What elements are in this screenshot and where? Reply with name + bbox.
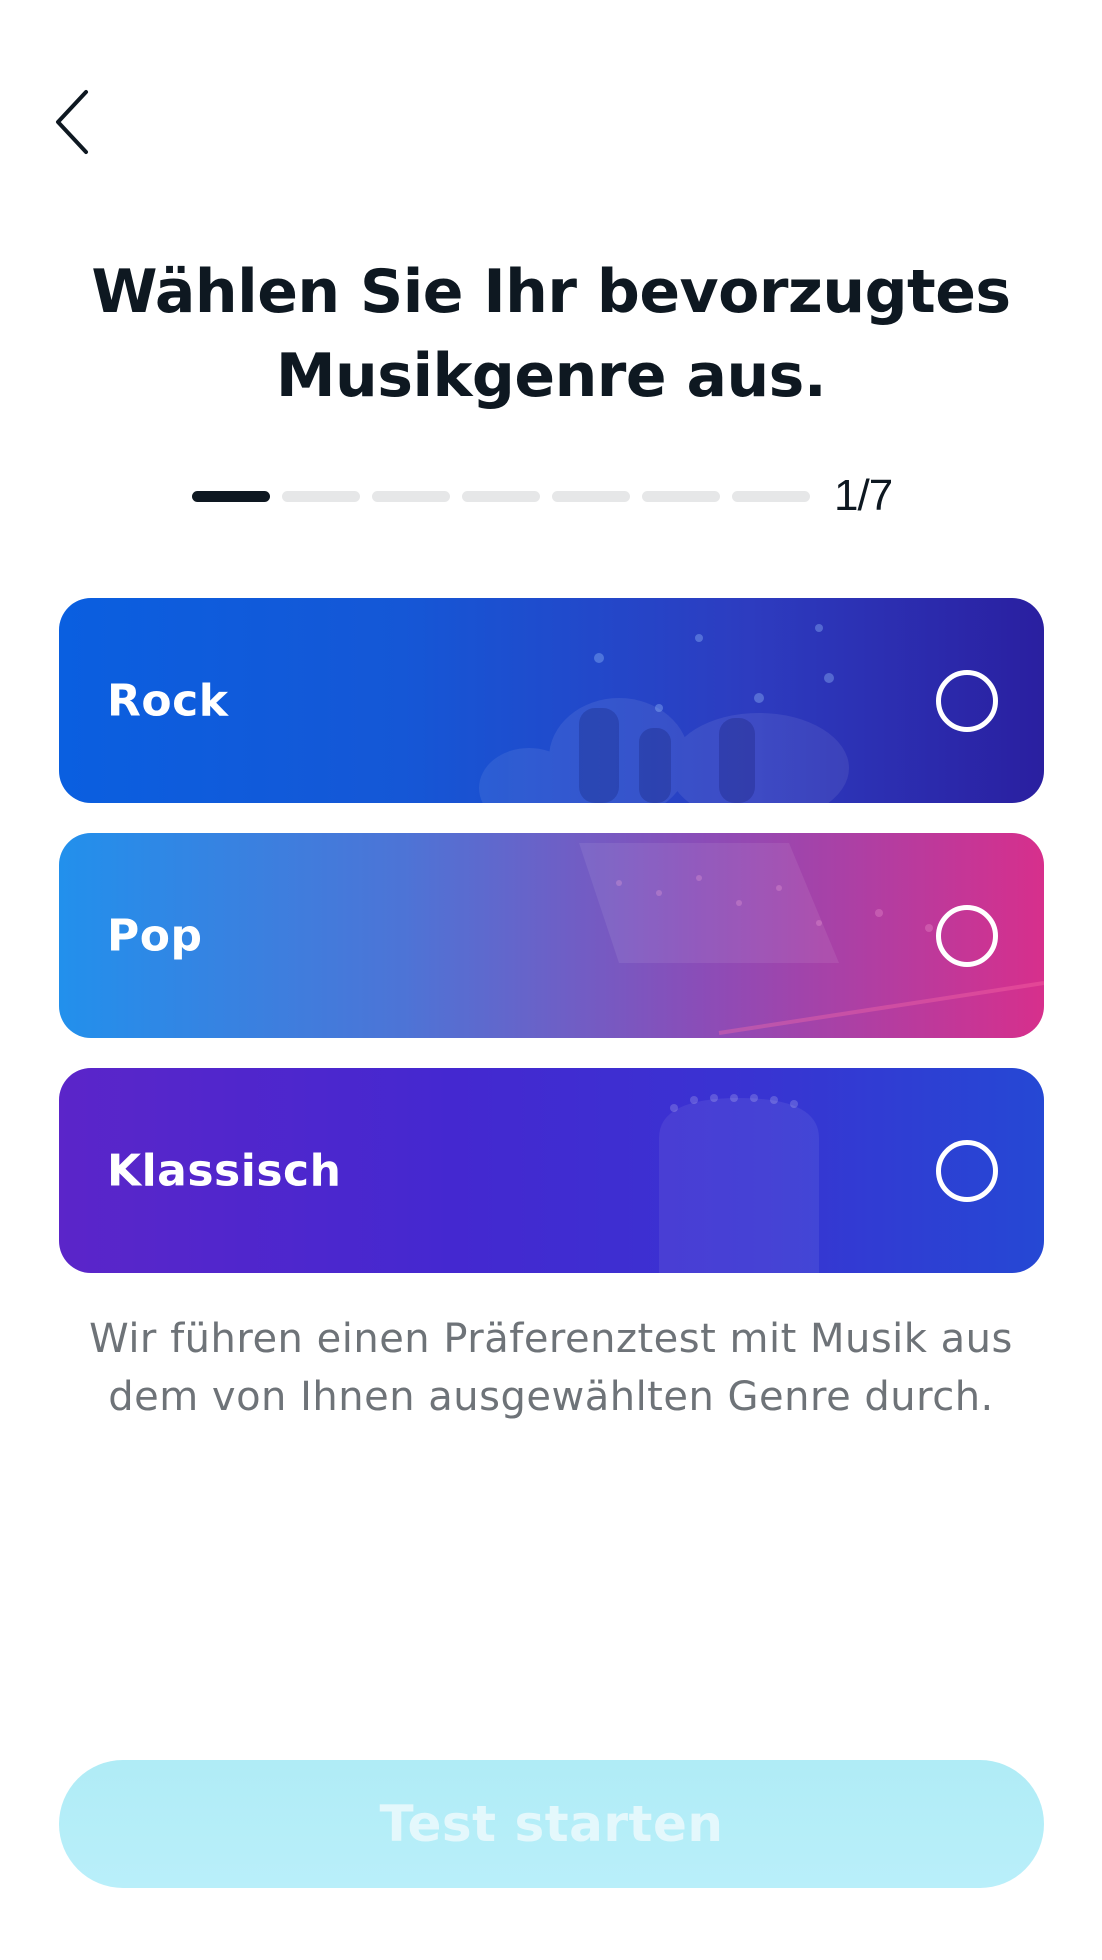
progress-indicator: 1/7 (192, 471, 893, 520)
start-test-button[interactable]: Test starten (59, 1760, 1044, 1888)
progress-segment (642, 490, 720, 502)
genre-option-pop[interactable]: Pop (59, 833, 1044, 1038)
progress-segments (192, 490, 810, 502)
progress-segment (732, 490, 810, 502)
radio-button[interactable] (936, 669, 998, 732)
screen: Wählen Sie Ihr bevorzugtes Musikgenre au… (0, 0, 1102, 1960)
progress-segment (552, 490, 630, 502)
progress-segment (192, 490, 270, 502)
genre-option-rock[interactable]: Rock (59, 598, 1044, 803)
progress-segment (372, 490, 450, 502)
back-button[interactable] (40, 82, 104, 162)
progress-count: 1/7 (834, 471, 893, 520)
radio-button[interactable] (936, 1139, 998, 1202)
genre-label: Rock (107, 675, 229, 726)
info-text: Wir führen einen Präferenztest mit Musik… (89, 1316, 1013, 1420)
page-title: Wählen Sie Ihr bevorzugtes Musikgenre au… (91, 257, 1011, 411)
progress-segment (462, 490, 540, 502)
chevron-left-icon (56, 90, 88, 154)
genre-option-klassisch[interactable]: Klassisch (59, 1068, 1044, 1273)
genre-label: Pop (107, 910, 203, 961)
radio-button[interactable] (936, 904, 998, 967)
mixing-console-image (579, 843, 1044, 1035)
genre-list: Rock Pop Klassisch (59, 598, 1044, 1303)
progress-segment (282, 490, 360, 502)
genre-label: Klassisch (107, 1145, 342, 1196)
